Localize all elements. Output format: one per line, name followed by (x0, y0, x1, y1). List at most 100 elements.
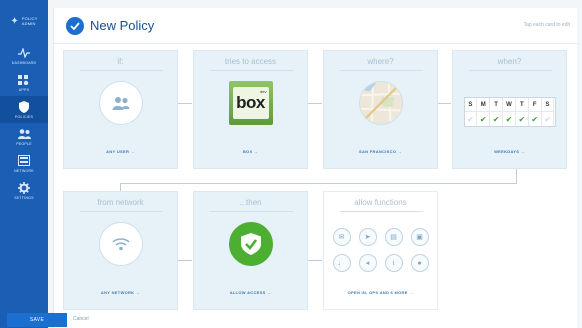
card-location[interactable]: where? SAN FRANCISCO → (323, 50, 438, 169)
map-icon (358, 81, 403, 125)
calendar-day: S (464, 98, 478, 112)
sidebar: ✦ POLICY ADMIN DASHBOARD APPS POLICIES P… (0, 0, 48, 328)
divider (80, 211, 163, 212)
sidebar-item-people[interactable]: PEOPLE (0, 123, 48, 150)
connector-line (308, 260, 322, 261)
chat-icon[interactable]: ● (410, 254, 429, 272)
network-icon (17, 155, 31, 167)
calendar-day: W (503, 98, 516, 112)
brand: ✦ POLICY ADMIN (0, 0, 48, 42)
sidebar-item-label: PEOPLE (16, 141, 32, 146)
card-app[interactable]: tries to access box dev BOX → (193, 50, 308, 169)
divider (210, 211, 293, 212)
clipboard-icon[interactable]: ▤ (384, 228, 403, 246)
sidebar-item-network[interactable]: NETWORK (0, 150, 48, 177)
apps-icon (17, 74, 31, 86)
card-footer-link[interactable]: ANY USER → (64, 149, 177, 154)
calendar-day: S (541, 98, 555, 112)
sidebar-item-policies[interactable]: POLICIES (0, 96, 48, 123)
connector-line (308, 103, 322, 104)
card-title: ...then (239, 198, 262, 207)
connector-line (437, 103, 451, 104)
card-functions[interactable]: allow functions ✉ ➤ ▤ ▣ ♩ ◂ i ● OPEN IN, GPS AN… (323, 191, 438, 310)
calendar-icon: S M T W T F S ✔ ✔ ✔ ✔ ✔ ✔ ✔ (463, 97, 556, 127)
unchecked-icon: ✔ (542, 112, 555, 126)
card-footer-link[interactable]: WEEKDAYS → (453, 149, 566, 154)
user-group-icon (98, 81, 143, 125)
unchecked-icon: ✔ (465, 112, 478, 126)
sidebar-item-settings[interactable]: SETTINGS (0, 177, 48, 204)
cancel-link[interactable]: Cancel (73, 316, 89, 322)
shield-check-icon (66, 17, 84, 35)
card-visual (228, 222, 273, 266)
sidebar-item-dashboard[interactable]: DASHBOARD (0, 42, 48, 69)
card-footer-link[interactable]: ANY NETWORK → (64, 290, 177, 295)
save-button[interactable]: SAVE (7, 313, 67, 327)
divider (210, 70, 293, 71)
card-footer-link[interactable]: BOX → (194, 149, 307, 154)
box-logo-word: box (236, 93, 265, 112)
card-schedule[interactable]: when? S M T W T F S ✔ ✔ ✔ ✔ ✔ ✔ ✔ WEEKDAYS → (452, 50, 567, 169)
box-logo-inner: box dev (232, 87, 269, 119)
connector-line (516, 169, 517, 183)
card-title: tries to access (224, 57, 277, 66)
check-icon: ✔ (490, 112, 504, 126)
sidebar-item-label: APPS (18, 87, 30, 92)
card-title: if: (117, 57, 124, 66)
mail-icon[interactable]: ✉ (332, 228, 351, 246)
connector-line (120, 183, 517, 184)
volume-icon[interactable]: ◂ (358, 254, 377, 272)
calendar-day: T (515, 98, 529, 112)
sidebar-item-label: DASHBOARD (11, 60, 37, 65)
box-logo-sup: dev (260, 89, 267, 94)
brand-name: POLICY ADMIN (22, 16, 38, 26)
shield-icon (17, 100, 31, 113)
divider (340, 211, 423, 212)
functions-grid: ✉ ➤ ▤ ▣ ♩ ◂ i ● (329, 228, 433, 272)
box-logo: box dev (228, 81, 273, 125)
divider (469, 70, 552, 71)
card-title: allow functions (354, 198, 407, 207)
brand-line-2: ADMIN (21, 21, 36, 26)
sidebar-item-label: POLICIES (14, 114, 34, 119)
location-icon[interactable]: ➤ (358, 228, 377, 246)
main-content: New Policy Tap each card to edit if: ANY… (53, 8, 578, 328)
card-title: when? (497, 57, 522, 66)
card-action[interactable]: ...then ALLOW ACCESS → (193, 191, 308, 310)
check-icon: ✔ (529, 112, 542, 126)
pulse-icon (17, 47, 31, 59)
card-footer-link[interactable]: OPEN IN, GPS AND 6 MORE → (324, 290, 437, 295)
header-hint: Tap each card to edit (523, 22, 570, 28)
people-icon (17, 128, 31, 140)
card-user[interactable]: if: ANY USER → (63, 50, 178, 169)
connector-line (178, 103, 192, 104)
microphone-icon[interactable]: ♩ (332, 254, 351, 272)
sidebar-item-label: SETTINGS (14, 195, 34, 200)
allow-shield-icon (228, 222, 273, 266)
connector-line (120, 183, 121, 191)
card-footer-link[interactable]: SAN FRANCISCO → (324, 149, 437, 154)
sidebar-item-apps[interactable]: APPS (0, 69, 48, 96)
divider (80, 70, 163, 71)
card-network[interactable]: from network ANY NETWORK → (63, 191, 178, 310)
camera-icon[interactable]: ▣ (410, 228, 429, 246)
info-icon[interactable]: i (384, 254, 403, 272)
card-visual (98, 81, 143, 125)
card-footer-link[interactable]: ALLOW ACCESS → (194, 290, 307, 295)
app: ✦ POLICY ADMIN DASHBOARD APPS POLICIES P… (0, 0, 582, 328)
wifi-icon (98, 222, 143, 266)
divider (340, 70, 423, 71)
gear-icon (17, 181, 31, 194)
check-icon: ✔ (503, 112, 516, 126)
check-icon: ✔ (516, 112, 529, 126)
card-visual: box dev (228, 81, 273, 125)
card-visual (98, 222, 143, 266)
card-visual (358, 81, 403, 125)
calendar-day: M (477, 98, 491, 112)
calendar-day: F (528, 98, 542, 112)
card-title: from network (97, 198, 144, 207)
calendar-day: T (490, 98, 504, 112)
sidebar-item-label: NETWORK (14, 168, 34, 173)
brand-logo-icon: ✦ (10, 15, 19, 27)
card-title: where? (367, 57, 394, 66)
